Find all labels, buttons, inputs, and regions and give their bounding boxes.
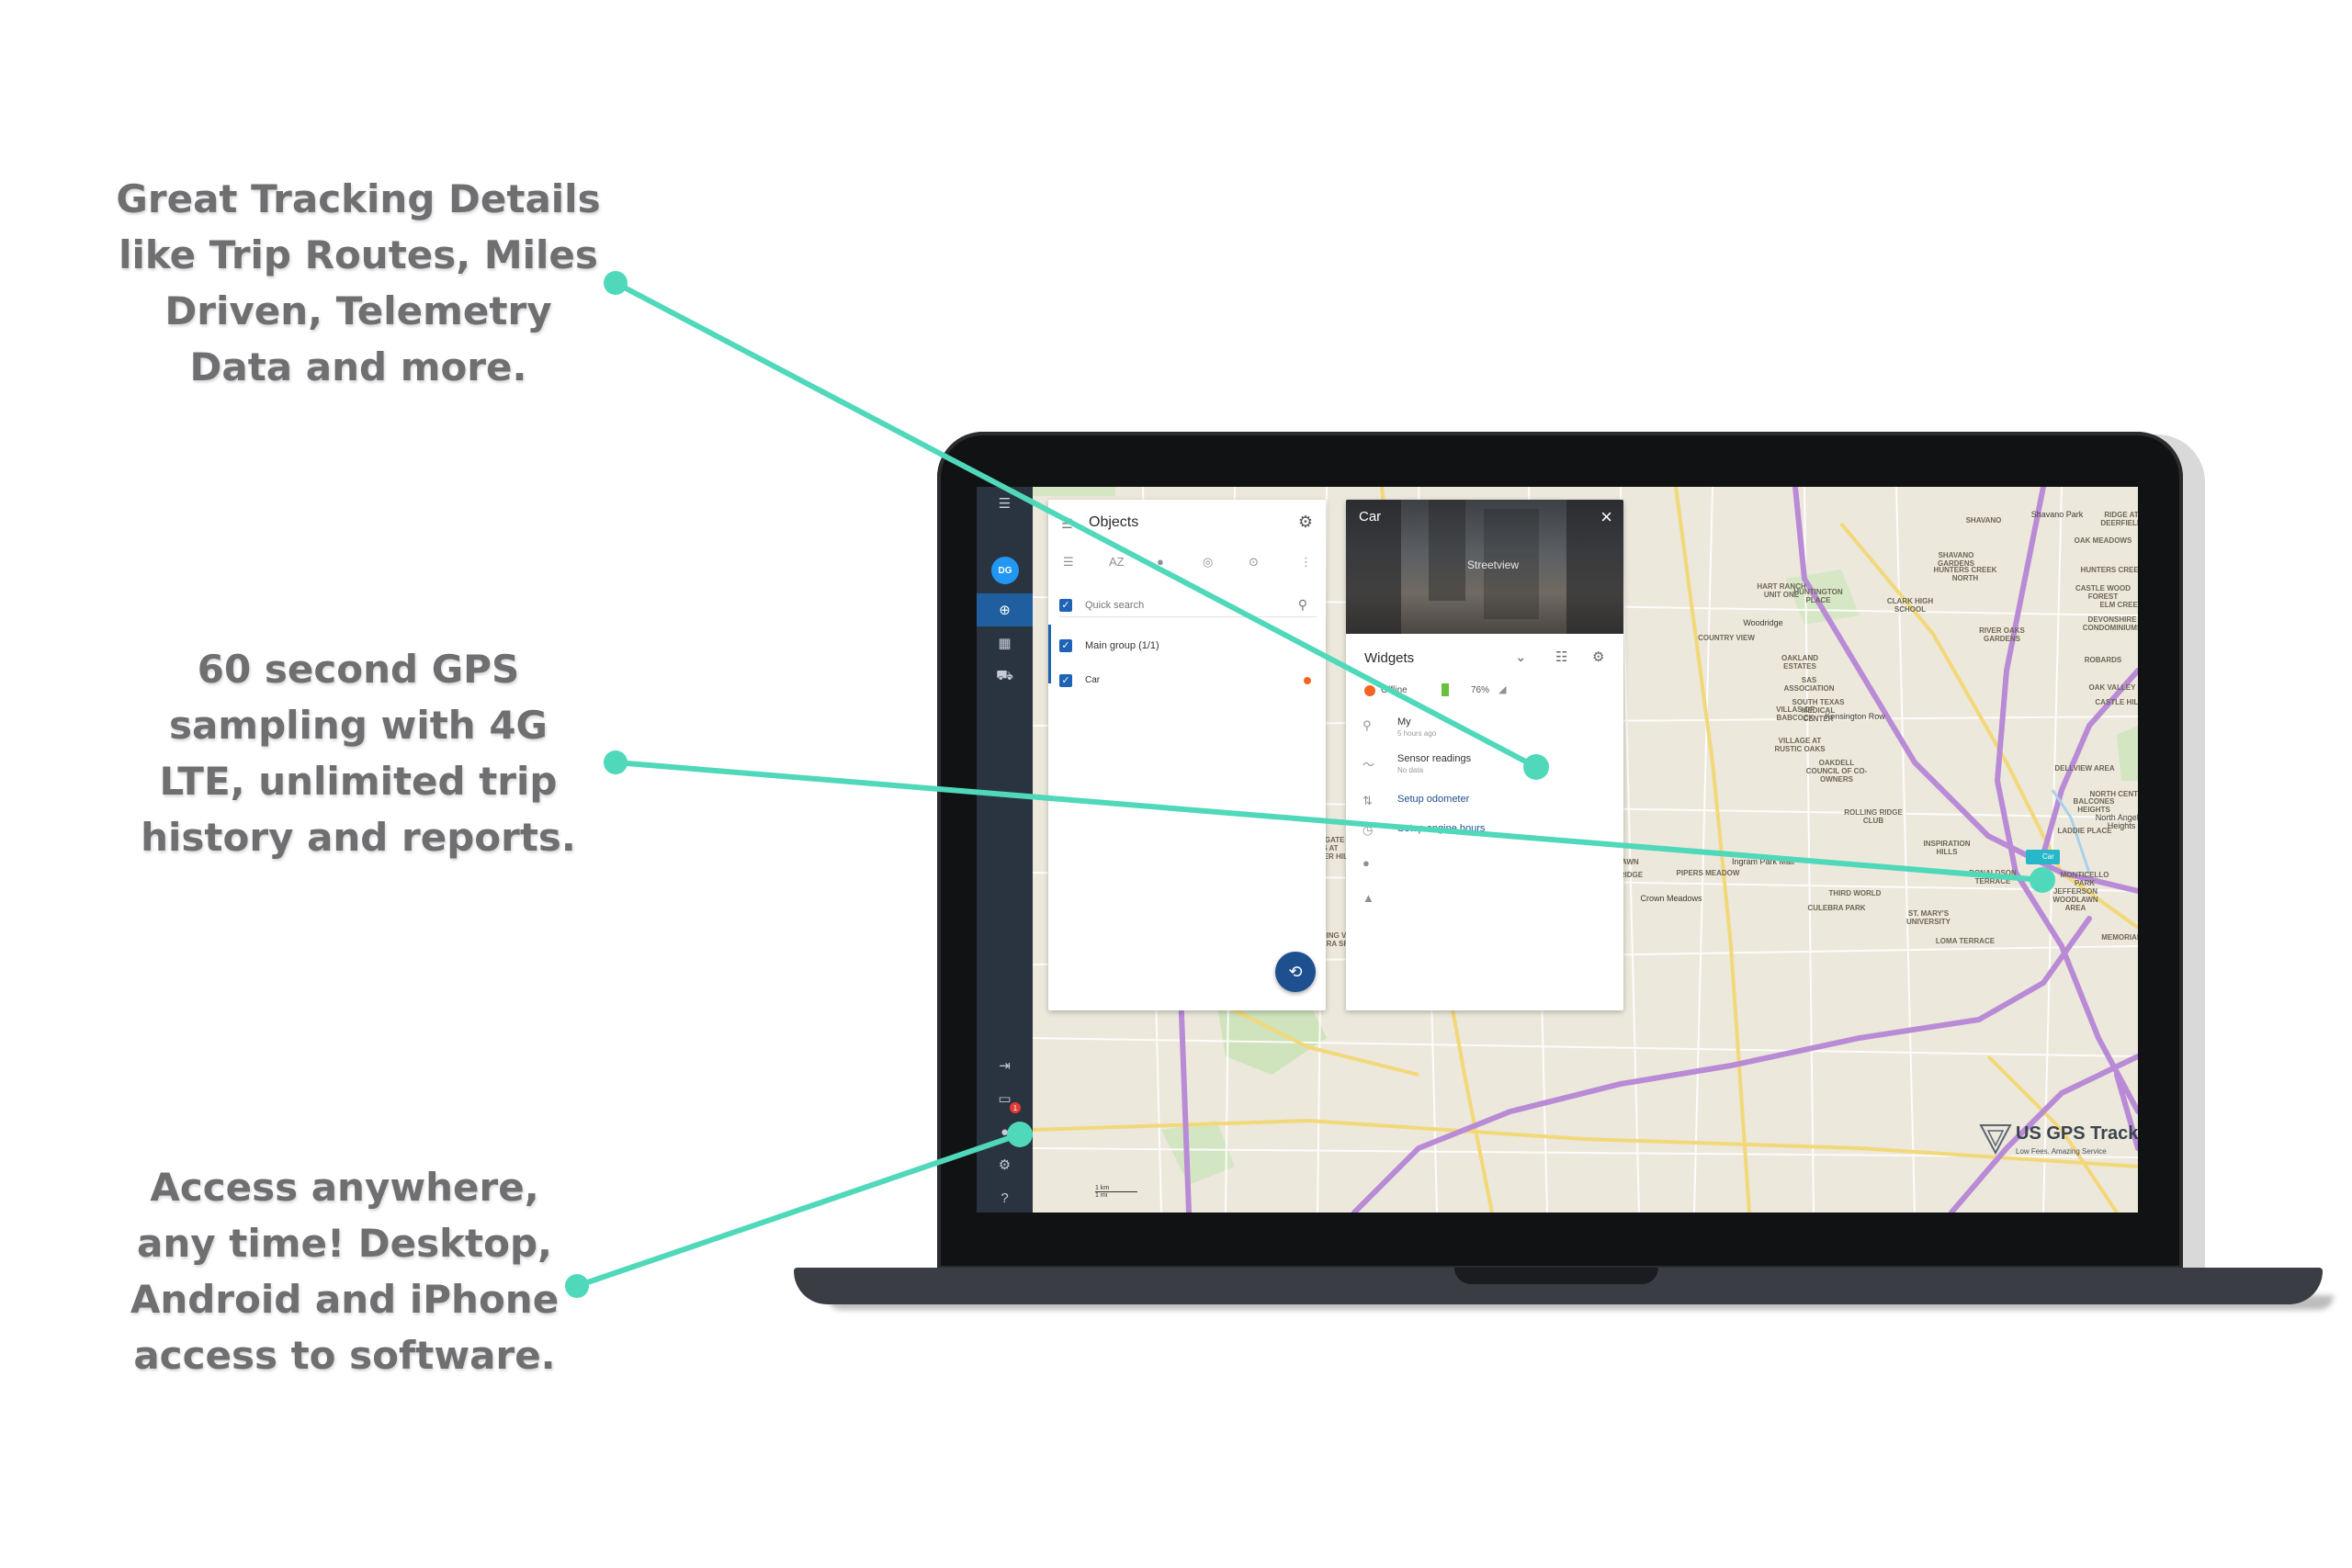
connector-dot bbox=[1523, 754, 1549, 780]
connector-line-3 bbox=[574, 1132, 1023, 1289]
connector-line-1 bbox=[613, 280, 1539, 770]
callout-connectors bbox=[565, 271, 2055, 1298]
connector-dot bbox=[604, 271, 628, 295]
connector-dot bbox=[1007, 1122, 1033, 1147]
connector-dot bbox=[604, 750, 628, 774]
connector-dot bbox=[565, 1274, 589, 1298]
connector-line-2 bbox=[613, 760, 2045, 883]
connector-dot bbox=[2030, 867, 2055, 893]
